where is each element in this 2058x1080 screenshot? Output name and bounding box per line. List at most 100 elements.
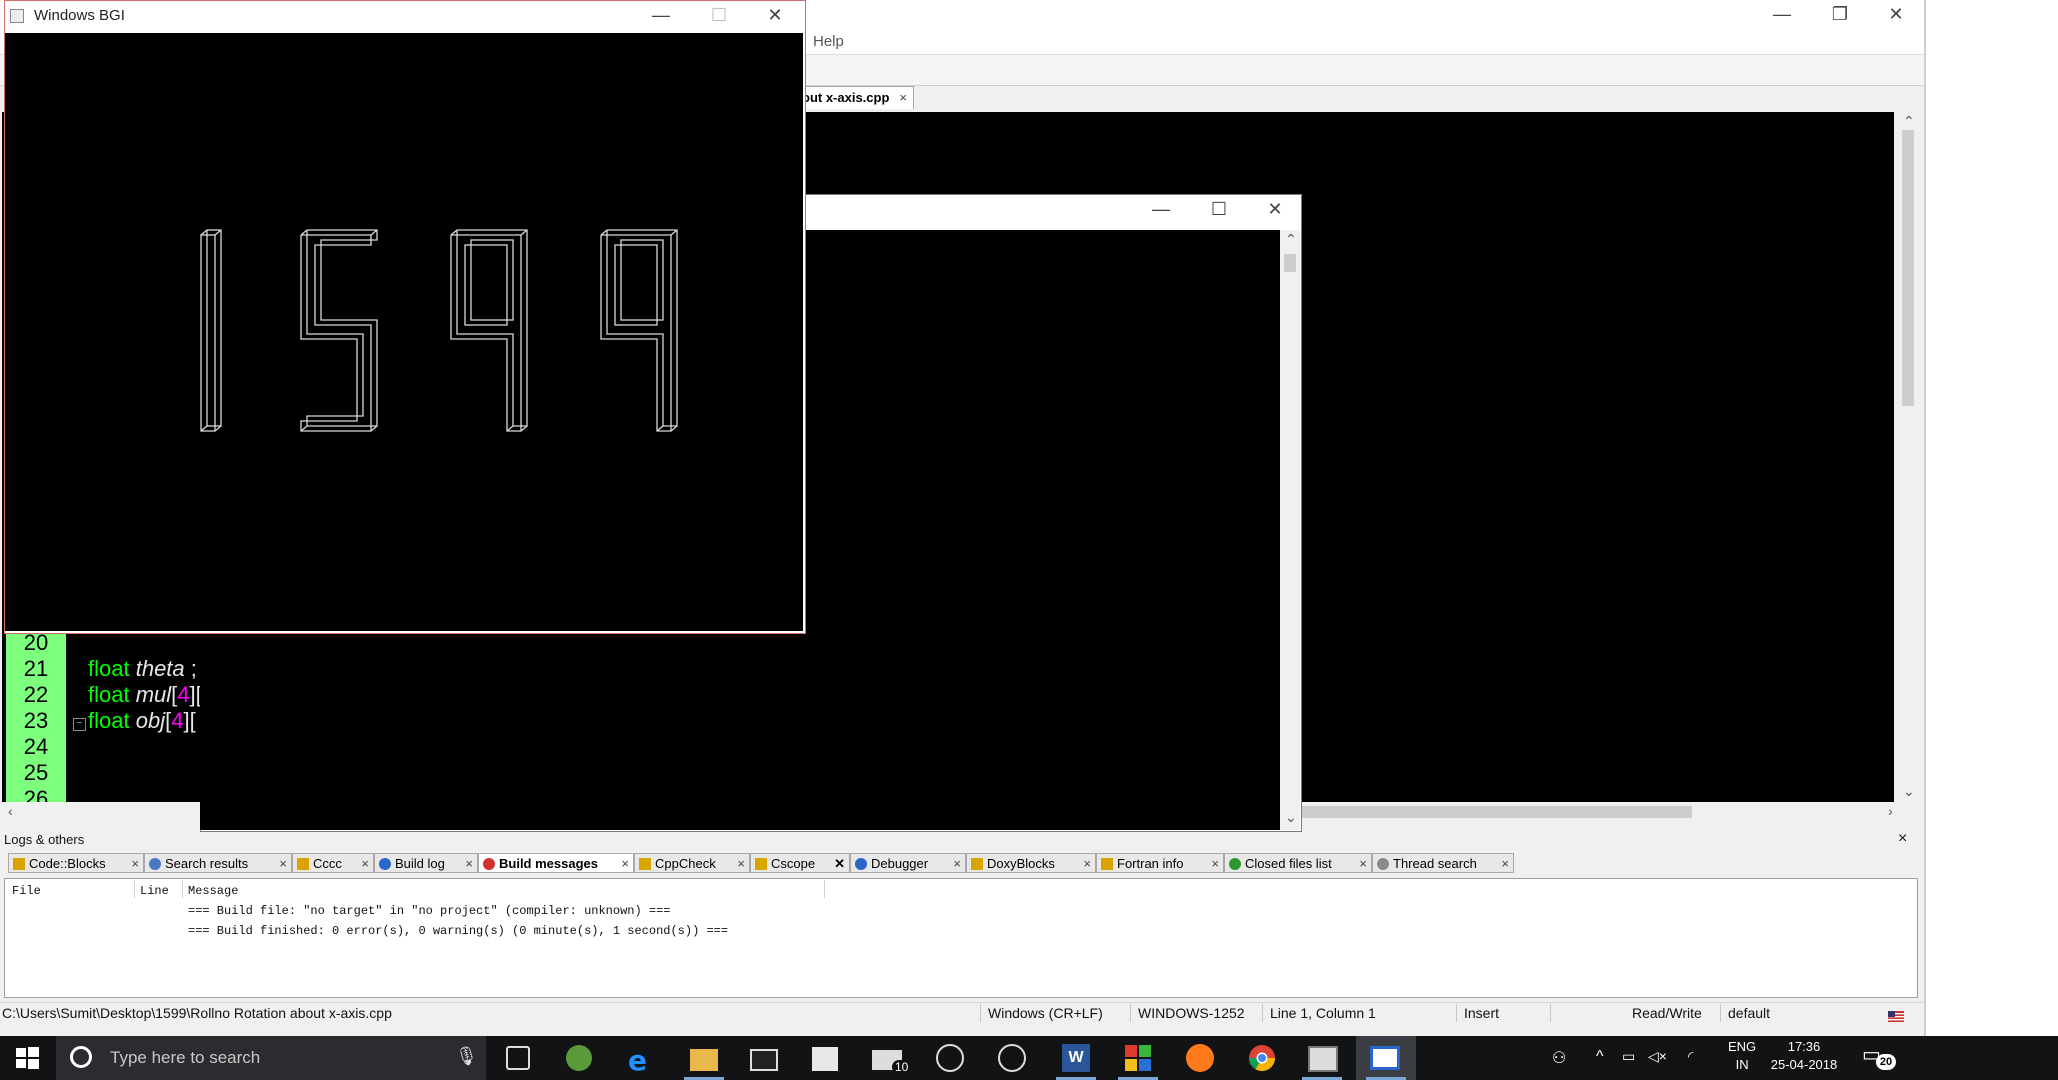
scroll-left-icon[interactable]: ‹ <box>8 804 13 818</box>
menu-help[interactable]: Help <box>813 33 844 50</box>
wifi-icon[interactable]: ◜ <box>1688 1048 1693 1065</box>
tab-cccc[interactable]: Cccc × <box>292 853 374 873</box>
tab-debugger[interactable]: Debugger × <box>850 853 966 873</box>
maximize-button[interactable]: ☐ <box>1189 195 1249 225</box>
fold-toggle-icon[interactable]: − <box>73 718 86 731</box>
close-button[interactable]: ✕ <box>1245 195 1305 225</box>
editor-vertical-scrollbar[interactable]: ⌃ ⌄ <box>1898 112 1918 802</box>
maximize-button: ☐ <box>710 5 728 25</box>
windows-start-icon[interactable] <box>14 1045 40 1071</box>
scroll-up-icon[interactable]: ⌃ <box>1903 114 1915 128</box>
command-prompt-icon[interactable] <box>750 1049 778 1071</box>
column-header-message[interactable]: Message <box>188 884 238 898</box>
pencil-icon <box>971 858 983 870</box>
clock-date: 25-04-2018 <box>1770 1057 1838 1072</box>
code-line-22: float mul[4][ <box>88 682 202 707</box>
bgi-app-icon[interactable] <box>1370 1046 1400 1070</box>
bgi-canvas <box>5 33 803 631</box>
tab-build-log[interactable]: Build log × <box>374 853 478 873</box>
line-number: 22 <box>23 682 49 707</box>
tab-fortran-info[interactable]: Fortran info × <box>1096 853 1224 873</box>
codeblocks-icon[interactable] <box>1124 1044 1152 1072</box>
speaker-muted-icon[interactable]: ◁× <box>1648 1048 1667 1065</box>
scroll-right-icon[interactable]: › <box>1888 804 1893 818</box>
file-explorer-icon[interactable] <box>690 1049 718 1071</box>
tab-close-icon[interactable]: × <box>737 854 745 874</box>
tab-doxyblocks[interactable]: DoxyBlocks × <box>966 853 1096 873</box>
console-app-icon[interactable] <box>1308 1046 1338 1072</box>
tab-close-icon[interactable]: × <box>361 854 369 874</box>
people-icon[interactable]: ⚇ <box>1552 1048 1566 1068</box>
android-studio-icon[interactable] <box>566 1045 592 1071</box>
build-message-row[interactable]: === Build file: "no target" in "no proje… <box>188 904 670 918</box>
window-border <box>1924 0 1926 1036</box>
minimize-button[interactable]: — <box>1752 0 1812 30</box>
firefox-icon[interactable] <box>1186 1044 1214 1072</box>
scrollbar-thumb[interactable] <box>1302 806 1692 818</box>
obs-icon[interactable] <box>936 1044 964 1072</box>
build-message-row[interactable]: === Build finished: 0 error(s), 0 warnin… <box>188 924 728 938</box>
tab-cppcheck[interactable]: CppCheck × <box>634 853 750 873</box>
status-profile: default <box>1728 1005 1771 1021</box>
close-button[interactable]: ✕ <box>745 1 805 31</box>
logs-close-icon[interactable]: × <box>1898 830 1907 848</box>
tab-close-icon[interactable]: × <box>1211 854 1219 874</box>
microphone-icon[interactable]: 🎙 <box>455 1046 478 1067</box>
tab-close-icon[interactable]: × <box>953 854 961 874</box>
editor-tab[interactable]: out x-axis.cpp × <box>795 86 915 109</box>
minimize-button[interactable]: — <box>1131 195 1191 225</box>
tab-build-messages[interactable]: Build messages × <box>478 853 634 873</box>
chevron-up-icon[interactable]: ^ <box>1596 1048 1604 1066</box>
editor-tab-close-icon[interactable]: × <box>899 90 907 105</box>
tab-close-icon[interactable]: × <box>465 854 473 874</box>
column-header-file[interactable]: File <box>12 884 41 898</box>
store-icon[interactable] <box>812 1047 838 1071</box>
minimize-button[interactable]: — <box>631 1 691 31</box>
scroll-down-icon[interactable]: ⌄ <box>1285 810 1297 824</box>
build-messages-list[interactable] <box>4 878 1918 998</box>
bgi-window-icon <box>10 9 24 23</box>
cortana-icon[interactable] <box>70 1046 92 1068</box>
tab-close-icon[interactable]: × <box>279 854 287 874</box>
scroll-down-icon[interactable]: ⌄ <box>1903 784 1915 798</box>
status-encoding: WINDOWS-1252 <box>1138 1005 1245 1021</box>
pencil-icon <box>13 858 25 870</box>
line-number: 24 <box>23 734 49 759</box>
tab-close-icon[interactable]: ✕ <box>834 854 845 874</box>
tab-close-icon[interactable]: × <box>1083 854 1091 874</box>
tab-close-icon[interactable]: × <box>131 854 139 874</box>
task-view-icon[interactable] <box>506 1046 530 1070</box>
tab-close-icon[interactable]: × <box>621 854 629 874</box>
close-button[interactable]: ✕ <box>1866 0 1926 30</box>
word-icon[interactable]: W <box>1062 1044 1090 1072</box>
logs-panel-header <box>0 832 1924 850</box>
tab-search-results[interactable]: Search results × <box>144 853 292 873</box>
tab-close-icon[interactable]: × <box>1359 854 1367 874</box>
scrollbar-thumb[interactable] <box>1902 130 1914 406</box>
tab-codeblocks[interactable]: Code::Blocks × <box>8 853 144 873</box>
scroll-up-icon[interactable]: ⌃ <box>1285 232 1297 246</box>
tab-cscope[interactable]: Cscope ✕ <box>750 853 850 873</box>
battery-icon[interactable]: ▭ <box>1622 1048 1635 1065</box>
scrollbar-thumb[interactable] <box>1284 254 1296 272</box>
app-icon[interactable] <box>998 1044 1026 1072</box>
clock[interactable]: 17:36 25-04-2018 <box>1764 1038 1844 1074</box>
code-line-21: float theta ; <box>88 656 197 681</box>
restore-button[interactable]: ❐ <box>1810 0 1870 30</box>
bgi-window-title: Windows BGI <box>34 7 125 24</box>
chrome-icon[interactable] <box>1248 1044 1276 1072</box>
line-number: 26 <box>23 786 49 802</box>
language-indicator[interactable]: ENG IN <box>1728 1038 1756 1074</box>
status-cursor-position: Line 1, Column 1 <box>1270 1005 1376 1021</box>
tab-thread-search[interactable]: Thread search × <box>1372 853 1514 873</box>
console-vertical-scrollbar[interactable]: ⌃ ⌄ <box>1280 230 1300 830</box>
column-header-line[interactable]: Line <box>140 884 169 898</box>
search-placeholder[interactable]: Type here to search <box>110 1048 260 1068</box>
notification-count-badge: 20 <box>1876 1054 1896 1070</box>
column-divider <box>824 880 825 898</box>
tab-close-icon[interactable]: × <box>1501 854 1509 874</box>
edge-browser-icon[interactable]: e <box>628 1044 660 1077</box>
tab-closed-files-list[interactable]: Closed files list × <box>1224 853 1372 873</box>
pencil-icon <box>1101 858 1113 870</box>
gear-icon <box>855 858 867 870</box>
